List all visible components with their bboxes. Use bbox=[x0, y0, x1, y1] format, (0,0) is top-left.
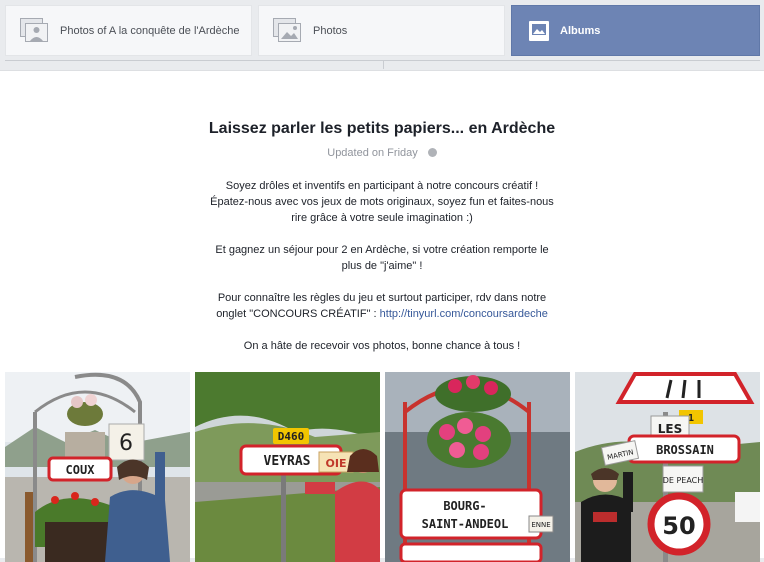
card-right: DE PEACH bbox=[663, 476, 704, 485]
desc-line: rire grâce à votre seule imagination :) bbox=[291, 212, 473, 224]
album-title: Laissez parler les petits papiers... en … bbox=[208, 120, 556, 137]
desc-line: On a hâte de recevoir vos photos, bonne … bbox=[243, 340, 521, 352]
updated-label: Updated on Friday bbox=[327, 147, 418, 159]
contest-link[interactable]: http://tinyurl.com/concoursardeche bbox=[380, 308, 548, 320]
globe-icon bbox=[427, 148, 437, 157]
album-tabs: Photos of A la conquête de l'Ardèche Pho… bbox=[0, 0, 764, 60]
desc-line: Et gagnez un séjour pour 2 en Ardèche, s… bbox=[215, 244, 549, 256]
photo-grid: 6 COUX D460 VEYRAS OIE BOURG- SAINT-ANDE… bbox=[5, 372, 764, 562]
card-text: OIE bbox=[326, 457, 347, 470]
desc-line: Pour connaître les règles du jeu et surt… bbox=[217, 292, 547, 304]
photo-thumbnail[interactable]: 6 COUX bbox=[5, 372, 190, 562]
road-number: D460 bbox=[278, 430, 305, 443]
card-top: LES bbox=[658, 422, 683, 436]
albums-icon bbox=[528, 20, 550, 42]
photo-bourg: BOURG- SAINT-ANDEOL ENNE bbox=[385, 372, 570, 562]
album-description: Soyez drôles et inventifs en participant… bbox=[182, 178, 582, 370]
desc-line: Épatez-nous avec vos jeux de mots origin… bbox=[210, 196, 554, 208]
sign-text: COUX bbox=[66, 463, 96, 477]
photo-veyras: D460 VEYRAS OIE bbox=[195, 372, 380, 562]
sign-text: VEYRAS bbox=[264, 454, 311, 469]
card-text: 6 bbox=[119, 431, 133, 456]
tab-albums[interactable]: Albums bbox=[511, 5, 760, 56]
photo-thumbnail[interactable]: 1 LES BROSSAIN MARTIN DE PEACH 50 bbox=[575, 372, 760, 562]
desc-line: plus de "j'aime" ! bbox=[341, 260, 423, 272]
sign-text: BROSSAIN bbox=[656, 443, 714, 457]
tab-label: Photos bbox=[313, 24, 348, 37]
photos-icon bbox=[273, 17, 303, 44]
album-panel: Laissez parler les petits papiers... en … bbox=[0, 70, 764, 562]
photo-thumbnail[interactable]: D460 VEYRAS OIE bbox=[195, 372, 380, 562]
tab-label: Albums bbox=[560, 24, 601, 37]
photo-brossain: 1 LES BROSSAIN MARTIN DE PEACH 50 bbox=[575, 372, 760, 562]
sign-text-line2: SAINT-ANDEOL bbox=[422, 517, 509, 531]
sign-text-line1: BOURG- bbox=[443, 499, 486, 513]
tab-divider bbox=[0, 60, 764, 70]
desc-line: Soyez drôles et inventifs en participant… bbox=[225, 180, 539, 192]
album-updated: Updated on Friday bbox=[0, 147, 764, 159]
desc-line: onglet "CONCOURS CRÉATIF" : bbox=[216, 308, 380, 320]
tab-photos-of[interactable]: Photos of A la conquête de l'Ardèche bbox=[5, 5, 252, 56]
tab-label: Photos of A la conquête de l'Ardèche bbox=[60, 24, 240, 37]
photo-thumbnail[interactable]: BOURG- SAINT-ANDEOL ENNE bbox=[385, 372, 570, 562]
speed-limit: 50 bbox=[662, 512, 695, 540]
tab-photos[interactable]: Photos bbox=[258, 5, 505, 56]
photo-coux: 6 COUX bbox=[5, 372, 190, 562]
photos-of-icon bbox=[20, 17, 50, 44]
card-text: ENNE bbox=[531, 521, 550, 529]
